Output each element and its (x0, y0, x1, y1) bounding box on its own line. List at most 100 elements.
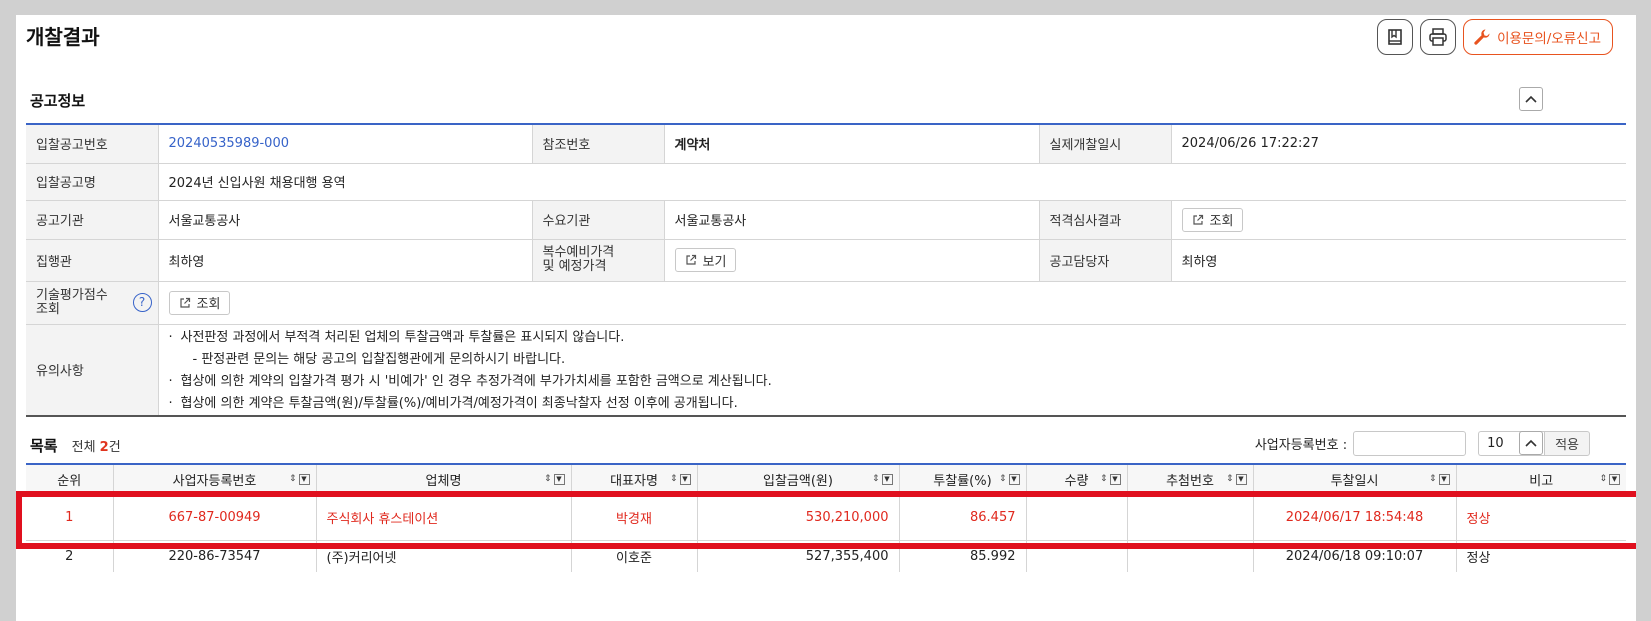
agency-label: 공고기관 (26, 200, 159, 240)
price-info-label-line2: 및 예정가격 (542, 259, 607, 274)
help-icon[interactable]: ? (132, 292, 152, 312)
print-button[interactable] (1420, 19, 1457, 55)
cell-amount: 527,355,400 (697, 540, 900, 572)
cell-qty (1026, 540, 1128, 572)
col-header-label: 추첨번호 (1166, 473, 1214, 489)
open-date-label: 실제개찰일시 (1039, 124, 1172, 164)
col-header-rate[interactable]: 투찰률(%) ⇕ ▼ (899, 464, 1027, 495)
col-header-biz-no[interactable]: 사업자등록번호 ⇕ ▼ (113, 464, 317, 495)
filter-icon[interactable]: ▼ (1008, 474, 1020, 485)
col-header-qty[interactable]: 수량 ⇕ ▼ (1026, 464, 1128, 495)
list-total-count: 전체 2건 (72, 436, 121, 455)
manager-value: 최하영 (1171, 239, 1626, 282)
filter-icon[interactable]: ▼ (1109, 474, 1121, 485)
sort-icon[interactable]: ⇕ (1226, 475, 1234, 484)
chevron-up-icon (1525, 95, 1537, 103)
filter-icon[interactable]: ▼ (1609, 474, 1620, 485)
list-header: 목록 전체 2건 (30, 435, 121, 456)
col-header-company[interactable]: 업체명 ⇕ ▼ (316, 464, 572, 495)
cell-amount: 530,210,000 (697, 494, 900, 541)
bid-number-link[interactable]: 20240535989-000 (158, 124, 533, 164)
top-actions: 이용문의/오류신고 (1377, 19, 1613, 55)
filter-icon[interactable]: ▼ (1235, 474, 1247, 485)
tech-score-view-button[interactable]: 조회 (168, 290, 231, 315)
table-row[interactable]: 1 667-87-00949 주식회사 휴스테이션 박경재 530,210,00… (26, 494, 1626, 541)
biz-no-filter-label: 사업자등록번호 : (1254, 438, 1348, 453)
sort-icon[interactable]: ⇕ (1599, 475, 1607, 484)
col-header-label: 투찰률(%) (933, 473, 992, 489)
tech-score-label-line1: 기술평가점수 (36, 287, 108, 303)
cell-draw-no (1127, 540, 1254, 572)
bookmark-icon (1388, 29, 1402, 45)
table-row[interactable]: 2 220-86-73547 (주)커리어넷 이호준 527,355,400 8… (26, 540, 1626, 572)
chevron-up-icon (1525, 439, 1537, 447)
sort-icon[interactable]: ⇕ (544, 475, 552, 484)
sort-icon[interactable]: ⇕ (1100, 475, 1108, 484)
cell-company: (주)커리어넷 (316, 540, 572, 572)
cell-ceo: 박경재 (571, 494, 698, 541)
col-header-datetime[interactable]: 투찰일시 ⇕ ▼ (1253, 464, 1457, 495)
note-text: 사전판정 과정에서 부적격 처리된 업체의 투찰금액과 투찰률은 표시되지 않습… (180, 329, 625, 345)
cell-biz-no-link[interactable]: 667-87-00949 (113, 494, 317, 541)
note-text: 협상에 의한 계약은 투찰금액(원)/투찰률(%)/예비가격/예정가격이 최종낙… (180, 395, 738, 411)
sort-icon[interactable]: ⇕ (872, 475, 880, 484)
info-row: 입찰공고명 2024년 신입사원 채용대행 용역 (26, 163, 1626, 201)
col-header-label: 대표자명 (610, 473, 658, 489)
cell-rank: 2 (26, 540, 114, 572)
cell-rank: 1 (26, 494, 114, 541)
tech-score-view-label: 조회 (196, 297, 221, 312)
main-panel: 개찰결과 이용문의/오류신고 공고정보 입찰공고번호 20240535989-0… (16, 15, 1636, 621)
filter-icon[interactable]: ▼ (553, 474, 565, 485)
filter-icon[interactable]: ▼ (1438, 474, 1450, 485)
sort-icon[interactable]: ⇕ (670, 475, 678, 484)
demand-agency-label: 수요기관 (532, 200, 665, 240)
qualification-view-button[interactable]: 조회 (1181, 207, 1244, 232)
cell-company: 주식회사 휴스테이션 (316, 494, 572, 541)
cell-qty (1026, 494, 1128, 541)
page-size-value: 10 (1487, 436, 1504, 451)
cell-datetime: 2024/06/18 09:10:07 (1253, 540, 1457, 572)
col-header-draw-no[interactable]: 추첨번호 ⇕ ▼ (1127, 464, 1254, 495)
list-title: 목록 (30, 437, 58, 455)
filter-icon[interactable]: ▼ (679, 474, 691, 485)
price-info-label-line1: 복수예비가격 (542, 245, 615, 260)
list-collapse-button[interactable] (1519, 431, 1543, 455)
cell-note: 정상 (1456, 494, 1626, 541)
sort-icon[interactable]: ⇕ (999, 475, 1007, 484)
filter-icon[interactable]: ▼ (881, 474, 893, 485)
info-row: 집행관 최하영 복수예비가격 및 예정가격 보기 공고담당자 최하영 (26, 239, 1626, 282)
price-view-button[interactable]: 보기 (674, 248, 737, 272)
external-link-icon (179, 297, 190, 308)
print-icon (1429, 28, 1447, 46)
cell-biz-no-link[interactable]: 220-86-73547 (113, 540, 317, 572)
apply-button[interactable]: 적용 (1544, 431, 1590, 456)
qualification-view-label: 조회 (1209, 214, 1234, 229)
demand-agency-value: 서울교통공사 (664, 200, 1040, 240)
filter-icon[interactable]: ▼ (298, 474, 310, 485)
col-header-ceo[interactable]: 대표자명 ⇕ ▼ (571, 464, 698, 495)
col-header-note[interactable]: 비고 ⇕ ▼ (1456, 464, 1626, 495)
inquiry-report-button[interactable]: 이용문의/오류신고 (1463, 19, 1613, 55)
col-header-amount[interactable]: 입찰금액(원) ⇕ ▼ (697, 464, 900, 495)
tech-score-label: 기술평가점수 조회 ? (26, 281, 159, 325)
sort-icon[interactable]: ⇕ (289, 475, 297, 484)
col-header-label: 순위 (57, 473, 82, 489)
tech-score-cell: 조회 (158, 281, 1626, 325)
info-row: 기술평가점수 조회 ? 조회 (26, 281, 1626, 325)
biz-no-filter-input[interactable] (1353, 431, 1467, 456)
qualification-result-label: 적격심사결과 (1039, 200, 1172, 240)
col-header-label: 입찰금액(원) (763, 473, 833, 489)
price-info-label: 복수예비가격 및 예정가격 (532, 239, 665, 282)
sort-icon[interactable]: ⇕ (1429, 475, 1437, 484)
cell-rate: 85.992 (899, 540, 1027, 572)
notice-collapse-button[interactable] (1519, 87, 1543, 111)
tech-score-label-line2: 조회 (36, 301, 60, 317)
inquiry-report-label: 이용문의/오류신고 (1497, 31, 1601, 47)
bid-name-label: 입찰공고명 (26, 163, 159, 201)
reference-number-label: 참조번호 (532, 124, 665, 164)
cell-note: 정상 (1466, 550, 1491, 566)
cell-datetime: 2024/06/17 18:54:48 (1253, 494, 1457, 541)
col-header-label: 사업자등록번호 (172, 473, 257, 489)
col-header-rank[interactable]: 순위 (26, 464, 114, 495)
bookmark-button[interactable] (1377, 19, 1414, 55)
